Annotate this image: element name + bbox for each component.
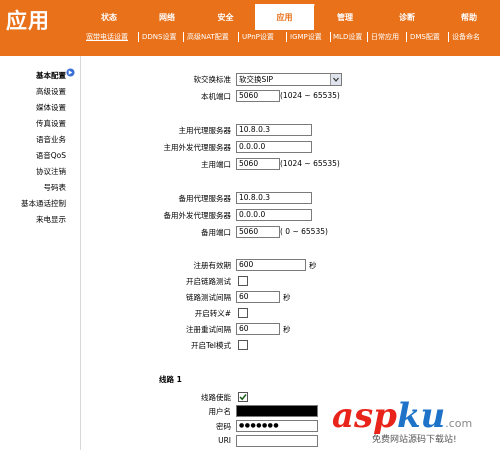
subnav-device-naming[interactable]: 设备命名 bbox=[452, 31, 480, 43]
reg-expiry-unit: 秒 bbox=[309, 261, 317, 270]
backup-outbound-input[interactable]: 0.0.0.0 bbox=[236, 209, 312, 221]
link-test-interval-unit: 秒 bbox=[283, 293, 291, 302]
local-port-label: 本机端口 bbox=[201, 92, 231, 101]
tab-security[interactable]: 安全 bbox=[196, 6, 256, 30]
subnav-separator bbox=[183, 32, 184, 42]
tel-mode-label: 开启Tel模式 bbox=[190, 341, 231, 350]
tel-mode-checkbox[interactable] bbox=[238, 340, 248, 350]
backup-port-label: 备用端口 bbox=[201, 228, 231, 237]
escape-label: 开启转义# bbox=[194, 309, 231, 318]
top-navigation: 状态 网络 安全 应用 管理 诊断 帮助 bbox=[80, 4, 500, 32]
tab-network[interactable]: 网络 bbox=[138, 6, 197, 30]
local-port-hint: (1024 ~ 65535) bbox=[280, 91, 340, 100]
watermark-logo: aspku.com bbox=[332, 396, 472, 436]
primary-port-label: 主用端口 bbox=[201, 160, 231, 169]
watermark-brand-b: ku bbox=[396, 396, 446, 436]
primary-proxy-input[interactable]: 10.8.0.3 bbox=[236, 124, 312, 136]
sidebar-item-number-table[interactable]: 号码表 bbox=[44, 182, 67, 193]
backup-port-hint: ( 0 ~ 65535) bbox=[280, 227, 328, 236]
subnav-advanced-nat[interactable]: 高级NAT配置 bbox=[187, 31, 229, 43]
subnav-ddns[interactable]: DDNS设置 bbox=[142, 31, 176, 43]
sidebar-item-advanced[interactable]: 高级设置 bbox=[36, 86, 66, 97]
link-test-interval-input[interactable]: 60 bbox=[236, 291, 280, 303]
checkmark-icon bbox=[239, 394, 247, 401]
link-test-interval-label: 链路测试间隔 bbox=[186, 293, 231, 302]
primary-outbound-input[interactable]: 0.0.0.0 bbox=[236, 141, 312, 153]
sidebar-item-voice-qos[interactable]: 语音QoS bbox=[36, 150, 66, 161]
backup-proxy-label: 备用代理服务器 bbox=[178, 194, 232, 203]
tab-help[interactable]: 帮助 bbox=[438, 6, 500, 30]
subnav-igmp[interactable]: IGMP设置 bbox=[290, 31, 322, 43]
tab-application[interactable]: 应用 bbox=[255, 4, 315, 32]
sidebar-item-voice-service[interactable]: 语音业务 bbox=[36, 134, 66, 145]
uri-input[interactable] bbox=[236, 435, 318, 447]
subnav-separator bbox=[238, 32, 239, 42]
tab-management[interactable]: 管理 bbox=[314, 6, 377, 30]
subnav-daily-apps[interactable]: 日常应用 bbox=[371, 31, 399, 43]
watermark-tagline: 免费网站源码下载站! bbox=[372, 435, 457, 445]
arrow-right-icon bbox=[66, 68, 75, 77]
main-panel: 软交换标准 软交换SIP 本机端口 5060 (1024 ~ 65535) 主用… bbox=[80, 56, 444, 450]
reg-retry-unit: 秒 bbox=[283, 325, 291, 334]
sidebar-item-protocol-deregister[interactable]: 协议注销 bbox=[36, 166, 66, 177]
softswitch-label: 软交换标准 bbox=[193, 75, 232, 84]
subnav-voip[interactable]: 宽带电话设置 bbox=[86, 31, 128, 43]
app-title: 应用 bbox=[6, 9, 50, 33]
subnav-dms[interactable]: DMS配置 bbox=[410, 31, 440, 43]
reg-expiry-label: 注册有效期 bbox=[193, 261, 232, 270]
sidebar: 基本配置 高级设置 媒体设置 传真设置 语音业务 语音QoS 协议注销 号码表 … bbox=[0, 56, 80, 450]
backup-port-input[interactable]: 5060 bbox=[236, 226, 280, 238]
reg-retry-input[interactable]: 60 bbox=[236, 323, 280, 335]
softswitch-value: 软交换SIP bbox=[239, 75, 273, 84]
username-label: 用户名 bbox=[208, 407, 232, 416]
primary-proxy-label: 主用代理服务器 bbox=[178, 126, 232, 135]
softswitch-select[interactable]: 软交换SIP bbox=[236, 73, 342, 86]
subnav-mld[interactable]: MLD设置 bbox=[333, 31, 362, 43]
sidebar-item-basic-config[interactable]: 基本配置 bbox=[36, 70, 66, 81]
right-margin bbox=[443, 56, 500, 450]
subnav-separator bbox=[330, 32, 331, 42]
primary-port-input[interactable]: 5060 bbox=[236, 158, 280, 170]
reg-retry-label: 注册重试间隔 bbox=[186, 325, 231, 334]
sidebar-item-caller-id[interactable]: 来电显示 bbox=[36, 214, 66, 225]
line-enable-checkbox[interactable] bbox=[238, 392, 248, 402]
password-input[interactable]: ●●●●●●● bbox=[236, 420, 318, 432]
tab-status[interactable]: 状态 bbox=[80, 6, 139, 30]
subnav-upnp[interactable]: UPnP设置 bbox=[242, 31, 274, 43]
uri-label: URI bbox=[218, 436, 231, 445]
username-input[interactable] bbox=[236, 405, 318, 417]
sub-navigation: 宽带电话设置 DDNS设置 高级NAT配置 UPnP设置 IGMP设置 MLD设… bbox=[80, 30, 500, 44]
subnav-separator bbox=[138, 32, 139, 42]
sidebar-item-call-control[interactable]: 基本通话控制 bbox=[21, 198, 66, 209]
tab-diagnostics[interactable]: 诊断 bbox=[376, 6, 439, 30]
chevron-down-icon bbox=[330, 74, 341, 85]
line-section-title: 线路 1 bbox=[159, 375, 182, 384]
password-label: 密码 bbox=[216, 422, 231, 431]
reg-expiry-input[interactable]: 600 bbox=[236, 259, 306, 271]
backup-outbound-label: 备用外发代理服务器 bbox=[163, 211, 232, 220]
sidebar-item-media[interactable]: 媒体设置 bbox=[36, 102, 66, 113]
link-test-checkbox[interactable] bbox=[238, 276, 248, 286]
subnav-separator bbox=[448, 32, 449, 42]
watermark-brand-c: .com bbox=[445, 417, 473, 430]
watermark-brand-a: asp bbox=[332, 396, 397, 436]
primary-port-hint: (1024 ~ 65535) bbox=[280, 159, 340, 168]
link-test-label: 开启链路测试 bbox=[186, 277, 231, 286]
sidebar-item-fax[interactable]: 传真设置 bbox=[36, 118, 66, 129]
subnav-separator bbox=[286, 32, 287, 42]
subnav-separator bbox=[406, 32, 407, 42]
subnav-separator bbox=[367, 32, 368, 42]
primary-outbound-label: 主用外发代理服务器 bbox=[163, 143, 232, 152]
line-enable-label: 线路使能 bbox=[201, 393, 231, 402]
local-port-input[interactable]: 5060 bbox=[236, 90, 280, 102]
backup-proxy-input[interactable]: 10.8.0.3 bbox=[236, 192, 312, 204]
escape-checkbox[interactable] bbox=[238, 308, 248, 318]
